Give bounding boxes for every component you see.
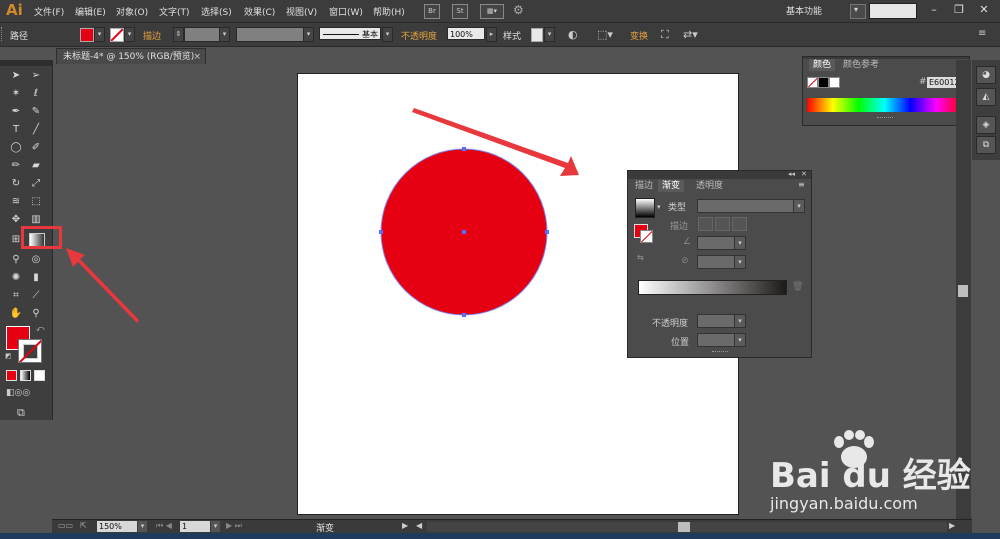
color-panel: 颜色 颜色参考 ≡ # E60012 [802, 56, 970, 126]
gradient-preview-dropdown[interactable]: ▾ [657, 203, 661, 211]
anchor-point-top [462, 147, 466, 151]
color-guide-icon[interactable]: ◭ [976, 88, 996, 106]
gradient-slider[interactable] [638, 280, 787, 295]
watermark-brand: Bai du 经验 [770, 456, 971, 496]
none-swatch[interactable] [807, 77, 818, 88]
next-artboard-icon[interactable]: ▶ ⏭ [226, 521, 242, 531]
stroke-box[interactable] [640, 230, 653, 243]
status-menu-arrow[interactable]: ▶ [402, 521, 408, 530]
chevron-down-icon: ▾ [793, 199, 805, 213]
scroll-right-icon[interactable]: ▶ [949, 521, 955, 530]
color-panel-icon[interactable]: ◕ [976, 66, 996, 84]
first-artboard-icon[interactable]: ⏮ ◀ [156, 521, 172, 531]
chevron-down-icon: ▾ [734, 314, 746, 328]
aspect-ratio-icon: ⊘ [681, 256, 689, 266]
panel-resize-grip[interactable] [877, 117, 893, 121]
artboard-dropdown[interactable]: ▾ [211, 521, 220, 532]
anchor-point-left [379, 230, 383, 234]
reverse-gradient-icon[interactable]: ⇆ [637, 253, 644, 262]
scroll-left-icon[interactable]: ◀ [416, 521, 422, 530]
stroke-label: 描边 [670, 222, 689, 232]
vertical-scrollbar-thumb[interactable] [958, 285, 968, 297]
type-label: 类型 [668, 203, 687, 213]
gradient-preview-swatch[interactable] [635, 198, 655, 218]
tab-gradient[interactable]: 渐变 [658, 180, 685, 192]
artboard-number-field[interactable]: 1 [180, 521, 210, 532]
hex-hash-label: # [919, 77, 927, 87]
anchor-point-bottom [462, 313, 466, 317]
panel-header[interactable] [628, 171, 811, 179]
zoom-field[interactable]: 150% [97, 521, 137, 532]
tab-stroke[interactable]: 描边 [631, 180, 657, 192]
white-swatch[interactable] [829, 77, 840, 88]
chevron-down-icon: ▾ [734, 333, 746, 347]
annotation-arrow-to-tool [66, 248, 139, 323]
location-label: 位置 [671, 338, 690, 348]
gradient-type-select[interactable] [697, 199, 805, 213]
black-swatch[interactable] [818, 77, 829, 88]
artboards-icon[interactable]: ⧉ [976, 136, 996, 154]
panel-menu-icon[interactable]: ≡ [798, 180, 805, 189]
gradient-panel: ◂◂ ✕ 描边 渐变 透明度 ≡ ▾ 类型 ▾ ⇆ 描边 ∠ ▾ ⊘ ▾ 🗑 不… [627, 170, 812, 358]
opacity-label: 不透明度 [652, 319, 689, 329]
panel-dock: ◕ ◭ ◈ ⧉ [972, 60, 1000, 160]
chevron-down-icon: ▾ [734, 236, 746, 250]
export-icon[interactable]: ⇱ [80, 521, 87, 530]
trash-icon[interactable]: 🗑 [792, 282, 803, 292]
zoom-dropdown[interactable]: ▾ [138, 521, 147, 532]
center-point [462, 230, 466, 234]
collapse-icon[interactable]: ◂◂ [788, 170, 795, 178]
tab-color-guide[interactable]: 颜色参考 [839, 59, 883, 71]
close-panel-icon[interactable]: ✕ [801, 170, 807, 178]
watermark-url: jingyan.baidu.com [770, 494, 918, 513]
anchor-point-right [545, 230, 549, 234]
os-taskbar [0, 533, 1000, 539]
color-spectrum[interactable] [807, 98, 962, 112]
status-icon: ▭▭ [58, 521, 74, 530]
stroke-across-button[interactable] [732, 217, 747, 231]
panel-resize-grip[interactable] [712, 351, 728, 355]
tab-transparency[interactable]: 透明度 [692, 180, 727, 192]
stroke-within-button[interactable] [698, 217, 713, 231]
tab-color[interactable]: 颜色 [809, 59, 836, 71]
angle-icon: ∠ [683, 237, 692, 247]
layers-icon[interactable]: ◈ [976, 116, 996, 134]
stroke-along-button[interactable] [715, 217, 730, 231]
status-bar: ▭▭ ⇱ 150% ▾ ⏮ ◀ 1 ▾ ▶ ⏭ 渐变 ▶ ◀ ▶ [52, 519, 972, 534]
chevron-down-icon: ▾ [734, 255, 746, 269]
horizontal-scrollbar-thumb[interactable] [678, 522, 690, 532]
